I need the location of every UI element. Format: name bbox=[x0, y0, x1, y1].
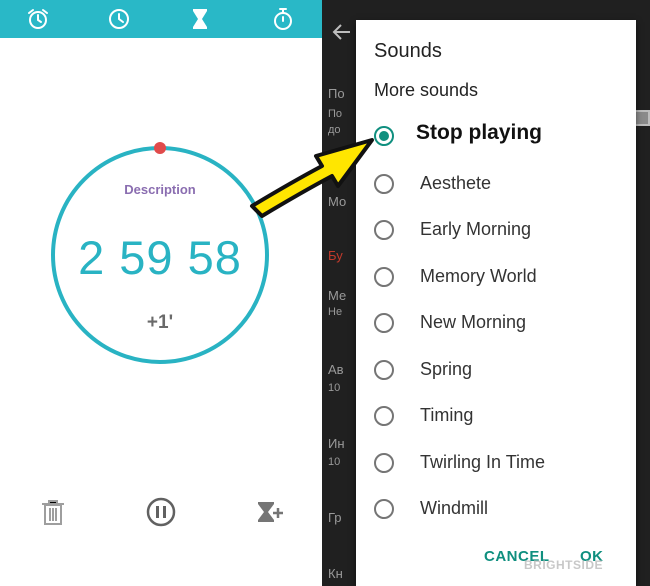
radio-selected-icon[interactable] bbox=[374, 126, 394, 146]
add-one-minute-button[interactable]: +1' bbox=[120, 312, 200, 334]
radio-icon[interactable] bbox=[374, 499, 394, 519]
radio-icon[interactable] bbox=[374, 267, 394, 287]
sound-option-twirling-in-time[interactable]: Twirling In Time bbox=[356, 443, 636, 483]
settings-line: Ме bbox=[328, 288, 347, 303]
sound-option-label: Memory World bbox=[420, 266, 537, 286]
trash-icon[interactable] bbox=[37, 496, 69, 528]
sound-option-new-morning[interactable]: New Morning bbox=[356, 303, 636, 343]
timer-progress-ring bbox=[51, 142, 269, 364]
back-arrow-icon[interactable] bbox=[330, 20, 354, 44]
radio-icon[interactable] bbox=[374, 174, 394, 194]
sound-option-label: Windmill bbox=[420, 498, 489, 518]
settings-line: Ав bbox=[328, 362, 344, 377]
settings-line: Гр bbox=[328, 510, 342, 525]
settings-line: Кн bbox=[328, 566, 343, 581]
more-sounds-link[interactable]: More sounds bbox=[374, 80, 478, 101]
settings-line: Мо bbox=[328, 194, 347, 209]
dialog-title: Sounds bbox=[374, 40, 442, 62]
settings-line: до bbox=[328, 124, 341, 136]
sound-option-label: Timing bbox=[420, 405, 474, 425]
radio-icon[interactable] bbox=[374, 313, 394, 333]
timer-progress-dot bbox=[154, 142, 166, 154]
sound-option-memory-world[interactable]: Memory World bbox=[356, 257, 636, 297]
settings-line: 10 bbox=[328, 456, 341, 468]
sound-option-label: Spring bbox=[420, 359, 473, 379]
settings-line: Ин bbox=[328, 436, 345, 451]
radio-icon[interactable] bbox=[374, 220, 394, 240]
watermark: BRIGHTSIDE bbox=[524, 558, 604, 572]
sound-option-timing[interactable]: Timing bbox=[356, 396, 636, 436]
radio-icon[interactable] bbox=[374, 406, 394, 426]
add-timer-icon[interactable] bbox=[254, 496, 286, 528]
sound-option-label: Aesthete bbox=[420, 173, 492, 193]
timer-app-panel: Description 2 59 58 +1' bbox=[0, 0, 322, 586]
radio-icon[interactable] bbox=[374, 360, 394, 380]
sound-option-stop-playing[interactable]: Stop playing bbox=[356, 116, 636, 156]
sounds-dialog: Sounds More sounds Stop playing Aesthete… bbox=[356, 20, 636, 586]
settings-line: По bbox=[328, 86, 345, 101]
settings-checkbox[interactable] bbox=[634, 110, 650, 126]
sound-option-early-morning[interactable]: Early Morning bbox=[356, 210, 636, 250]
sound-option-aesthete[interactable]: Aesthete bbox=[356, 164, 636, 204]
sound-option-spring[interactable]: Spring bbox=[356, 350, 636, 390]
sound-option-label: Stop playing bbox=[416, 121, 542, 144]
pause-icon[interactable] bbox=[145, 496, 177, 528]
sound-option-label: Twirling In Time bbox=[420, 452, 546, 472]
timer-countdown: 2 59 58 bbox=[78, 231, 242, 284]
sound-option-label: New Morning bbox=[420, 312, 527, 332]
timer-description[interactable]: Description bbox=[100, 182, 220, 197]
sound-option-windmill[interactable]: Windmill bbox=[356, 489, 636, 529]
settings-line: Не bbox=[328, 306, 343, 318]
settings-line: 10 bbox=[328, 382, 341, 394]
radio-icon[interactable] bbox=[374, 453, 394, 473]
settings-section-header: Бу bbox=[328, 248, 343, 263]
sound-option-label: Early Morning bbox=[420, 219, 532, 239]
settings-line: По bbox=[328, 108, 343, 120]
